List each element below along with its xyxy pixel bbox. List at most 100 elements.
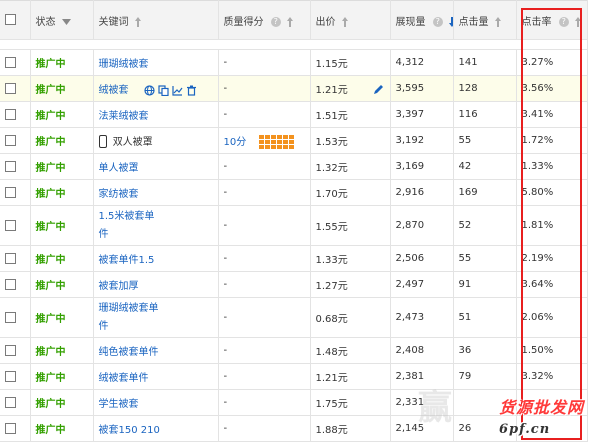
bid-cell: 1.15元 [310,49,391,76]
row-checkbox[interactable] [5,56,16,68]
sort-arrow-icon[interactable] [341,16,348,27]
status-label: 推广中 [35,222,66,233]
table-header: 状态 关键词 质量得分 ? 出价 展现量 ? 点击量 点击率 ? [0,0,588,40]
header-impressions[interactable]: 展现量 ? [390,0,454,40]
ctr-cell: 3.27% [516,49,588,76]
keyword-link[interactable]: 被套150 210 [99,425,160,436]
impressions-cell: 2,331 [390,389,454,416]
header-status[interactable]: 状态 [30,0,94,40]
status-label: 推广中 [35,373,66,384]
row-checkbox-cell [0,389,31,416]
keyword-link[interactable]: 被套单件1.5 [99,255,155,266]
row-checkbox[interactable] [5,396,16,408]
row-checkbox[interactable] [5,219,16,231]
header-clicks[interactable]: 点击量 [453,0,517,40]
row-checkbox[interactable] [5,160,16,172]
row-checkbox[interactable] [5,278,16,290]
keyword-link[interactable]: 被套加厚 [99,281,139,292]
select-all-checkbox[interactable] [5,14,16,26]
keyword-link[interactable]: 纯色被套单件 [99,347,159,358]
row-checkbox[interactable] [5,370,16,382]
quality-bar-cell [271,144,277,149]
quality-bar-cell [283,139,289,144]
impressions-cell: 3,397 [390,101,454,128]
globe-icon[interactable] [144,84,155,96]
quality-score[interactable]: 10分 [224,137,247,148]
quality-cell: - [218,49,311,76]
impressions-cell: 2,916 [390,179,454,206]
row-checkbox[interactable] [5,134,16,146]
header-quality[interactable]: 质量得分 ? [218,0,311,40]
bid-cell: 1.32元 [310,153,391,180]
sort-arrow-icon[interactable] [574,16,581,27]
header-keyword[interactable]: 关键词 [93,0,219,40]
keyword-cell: 珊瑚绒被套 [93,49,219,76]
keyword-link[interactable]: 绒被套 [99,85,129,96]
row-checkbox[interactable] [5,422,16,434]
row-checkbox[interactable] [5,82,16,94]
sort-arrow-icon[interactable] [134,16,141,27]
sort-arrow-icon[interactable] [494,16,501,27]
row-checkbox[interactable] [5,186,16,198]
keyword-cell: 学生被套 [93,389,219,416]
keyword-link[interactable]: 家纺被套 [99,189,139,200]
header-bid[interactable]: 出价 [310,0,391,40]
copy-icon[interactable] [158,84,169,96]
keyword-link[interactable]: 法莱绒被套 [99,111,149,122]
table-row: 推广中 珊瑚绒被套单件 - 0.68元 2,473 51 2.06% [0,297,588,338]
watermark-site: 6pf.cn [498,422,551,437]
row-checkbox[interactable] [5,344,16,356]
keyword-link[interactable]: 珊瑚绒被套 [99,59,149,70]
help-icon[interactable]: ? [432,16,443,27]
bid-cell: 0.68元 [310,297,391,338]
header-ctr-label: 点击率 [521,16,552,28]
keyword-link[interactable]: 珊瑚绒被套单件 [99,300,161,336]
trend-icon[interactable] [172,85,183,96]
keyword-link[interactable]: 学生被套 [99,399,139,410]
dropdown-arrow-icon[interactable] [61,18,71,25]
keyword-cell: 纯色被套单件 [93,337,219,364]
header-status-label: 状态 [35,16,56,28]
ctr-cell: 1.72% [516,127,588,154]
status-cell: 推广中 [30,297,94,338]
clicks-cell: 55 [453,127,517,154]
keyword-link[interactable]: 1.5米被套单件 [99,208,161,244]
status-cell: 推广中 [30,205,94,246]
row-checkbox-cell [0,75,31,102]
impressions-cell: 2,506 [390,245,454,272]
status-cell: 推广中 [30,179,94,206]
bid-cell[interactable]: 1.21元 [310,75,391,102]
keyword-link[interactable]: 单人被罩 [99,163,139,174]
help-icon[interactable]: ? [270,16,281,27]
sort-desc-arrow-icon[interactable] [448,16,453,27]
keyword-link[interactable]: 绒被套单件 [99,373,149,384]
table-row: 推广中 绒被套单件 - 1.21元 2,381 79 3.32% [0,363,588,390]
keyword-cell: 双人被罩 [93,127,219,154]
bid-value: 1.21元 [315,85,348,96]
table-row: 推广中 被套加厚 - 1.27元 2,497 91 3.64% [0,271,588,298]
quality-bar-cell [277,134,283,139]
help-icon[interactable]: ? [558,16,569,27]
row-checkbox[interactable] [5,311,16,323]
header-quality-label: 质量得分 [223,16,264,28]
keyword-text[interactable]: 双人被罩 [113,137,153,148]
status-label: 推广中 [35,59,66,70]
pencil-icon[interactable] [373,84,384,95]
sort-arrow-icon[interactable] [286,16,293,27]
impressions-cell: 2,473 [390,297,454,338]
delete-icon[interactable] [186,85,197,96]
clicks-cell: 36 [453,337,517,364]
bid-cell: 1.33元 [310,245,391,272]
quality-bar-cell [265,144,271,149]
bid-cell: 1.88元 [310,415,391,442]
quality-bar-cell [259,134,265,139]
ctr-cell: 3.41% [516,101,588,128]
row-checkbox[interactable] [5,252,16,264]
keyword-cell: 法莱绒被套 [93,101,219,128]
row-checkbox-cell [0,297,31,338]
row-checkbox-cell [0,153,31,180]
table-row: 推广中 家纺被套 - 1.70元 2,916 169 5.80% [0,179,588,206]
quality-cell: - [218,179,311,206]
row-checkbox[interactable] [5,108,16,120]
header-ctr[interactable]: 点击率 ? [516,0,588,40]
